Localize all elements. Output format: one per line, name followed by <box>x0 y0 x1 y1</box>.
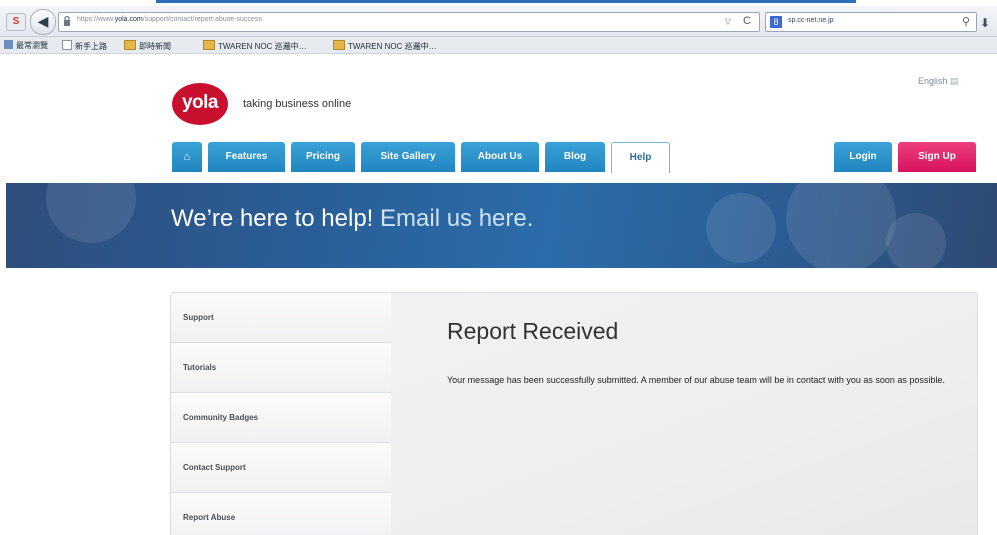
browser-toolbar: S ◀ https://www.yola.com/support/contact… <box>0 6 997 37</box>
bookmark-twaren-2[interactable]: TWAREN NOC 巡邏中… <box>333 40 437 52</box>
signup-button[interactable]: Sign Up <box>898 142 976 172</box>
email-us-link[interactable]: Email us here. <box>380 205 533 232</box>
home-icon: ⌂ <box>183 151 191 163</box>
nav-help[interactable]: Help <box>611 142 670 173</box>
search-query: sp.cc-net.ne.jp <box>788 17 834 24</box>
folder-icon <box>124 40 136 50</box>
sidebar-item-tutorials[interactable]: Tutorials <box>171 343 391 393</box>
folder-icon <box>333 40 345 50</box>
sidebar-item-contact-support[interactable]: Contact Support <box>171 443 391 493</box>
nav-pricing[interactable]: Pricing <box>291 142 355 172</box>
confirmation-message: Your message has been successfully submi… <box>447 375 945 385</box>
content-panel: Support Tutorials Community Badges Conta… <box>170 292 978 535</box>
tagline: taking business online <box>243 98 352 110</box>
sidebar-item-community-badges[interactable]: Community Badges <box>171 393 391 443</box>
bookmark-getting-started[interactable]: 新手上路 <box>62 40 107 52</box>
webpage: yola taking business online English ▤ ⌂ … <box>0 54 997 535</box>
lock-icon <box>64 16 70 26</box>
app-menu-icon[interactable]: S <box>6 13 26 31</box>
nav-home[interactable]: ⌂ <box>172 142 202 172</box>
flag-icon: ▤ <box>950 76 959 86</box>
back-arrow-icon[interactable]: ◀ <box>30 9 56 35</box>
hero-decoration <box>886 213 946 268</box>
main-content: Report Received Your message has been su… <box>391 293 977 535</box>
nav-about-us[interactable]: About Us <box>461 142 539 172</box>
nav-blog[interactable]: Blog <box>545 142 605 172</box>
yola-logo[interactable]: yola <box>172 83 228 125</box>
hero-decoration <box>706 193 776 263</box>
page-icon <box>4 40 13 49</box>
search-engine-icon[interactable]: 8 <box>770 16 782 28</box>
address-bar[interactable]: https://www.yola.com/support/contact/rep… <box>58 12 760 32</box>
hero-headline: We’re here to help! Email us here. <box>171 205 534 232</box>
folder-icon <box>203 40 215 50</box>
hero-decoration <box>786 183 896 268</box>
search-box[interactable]: 8 sp.cc-net.ne.jp ⚲ <box>765 12 977 32</box>
page-icon <box>62 40 72 50</box>
bookmark-twaren-1[interactable]: TWAREN NOC 巡邏中… <box>203 40 307 52</box>
magnifier-icon[interactable]: ⚲ <box>962 15 970 28</box>
bookmarks-bar: 最常瀏覽 新手上路 即時新聞 TWAREN NOC 巡邏中… TWAREN NO… <box>0 37 997 54</box>
sidebar-item-report-abuse[interactable]: Report Abuse <box>171 493 391 535</box>
download-icon[interactable]: ⬇ <box>980 16 990 30</box>
history-dropdown-icon[interactable]: ▽ <box>725 17 731 26</box>
hero-decoration <box>46 183 136 243</box>
bookmark-news[interactable]: 即時新聞 <box>124 40 171 52</box>
hero-banner: We’re here to help! Email us here. <box>6 183 997 268</box>
help-sidebar: Support Tutorials Community Badges Conta… <box>171 293 391 535</box>
nav-features[interactable]: Features <box>208 142 285 172</box>
url-text: https://www.yola.com/support/contact/rep… <box>77 16 262 23</box>
bookmark-most-visited[interactable]: 最常瀏覽 <box>4 40 48 51</box>
page-title: Report Received <box>447 318 619 344</box>
login-button[interactable]: Login <box>834 142 892 172</box>
sidebar-item-support[interactable]: Support <box>171 293 391 343</box>
nav-site-gallery[interactable]: Site Gallery <box>361 142 455 172</box>
reload-icon[interactable]: C <box>743 15 751 27</box>
language-selector[interactable]: English ▤ <box>918 76 959 87</box>
title-bar-accent <box>156 0 856 3</box>
